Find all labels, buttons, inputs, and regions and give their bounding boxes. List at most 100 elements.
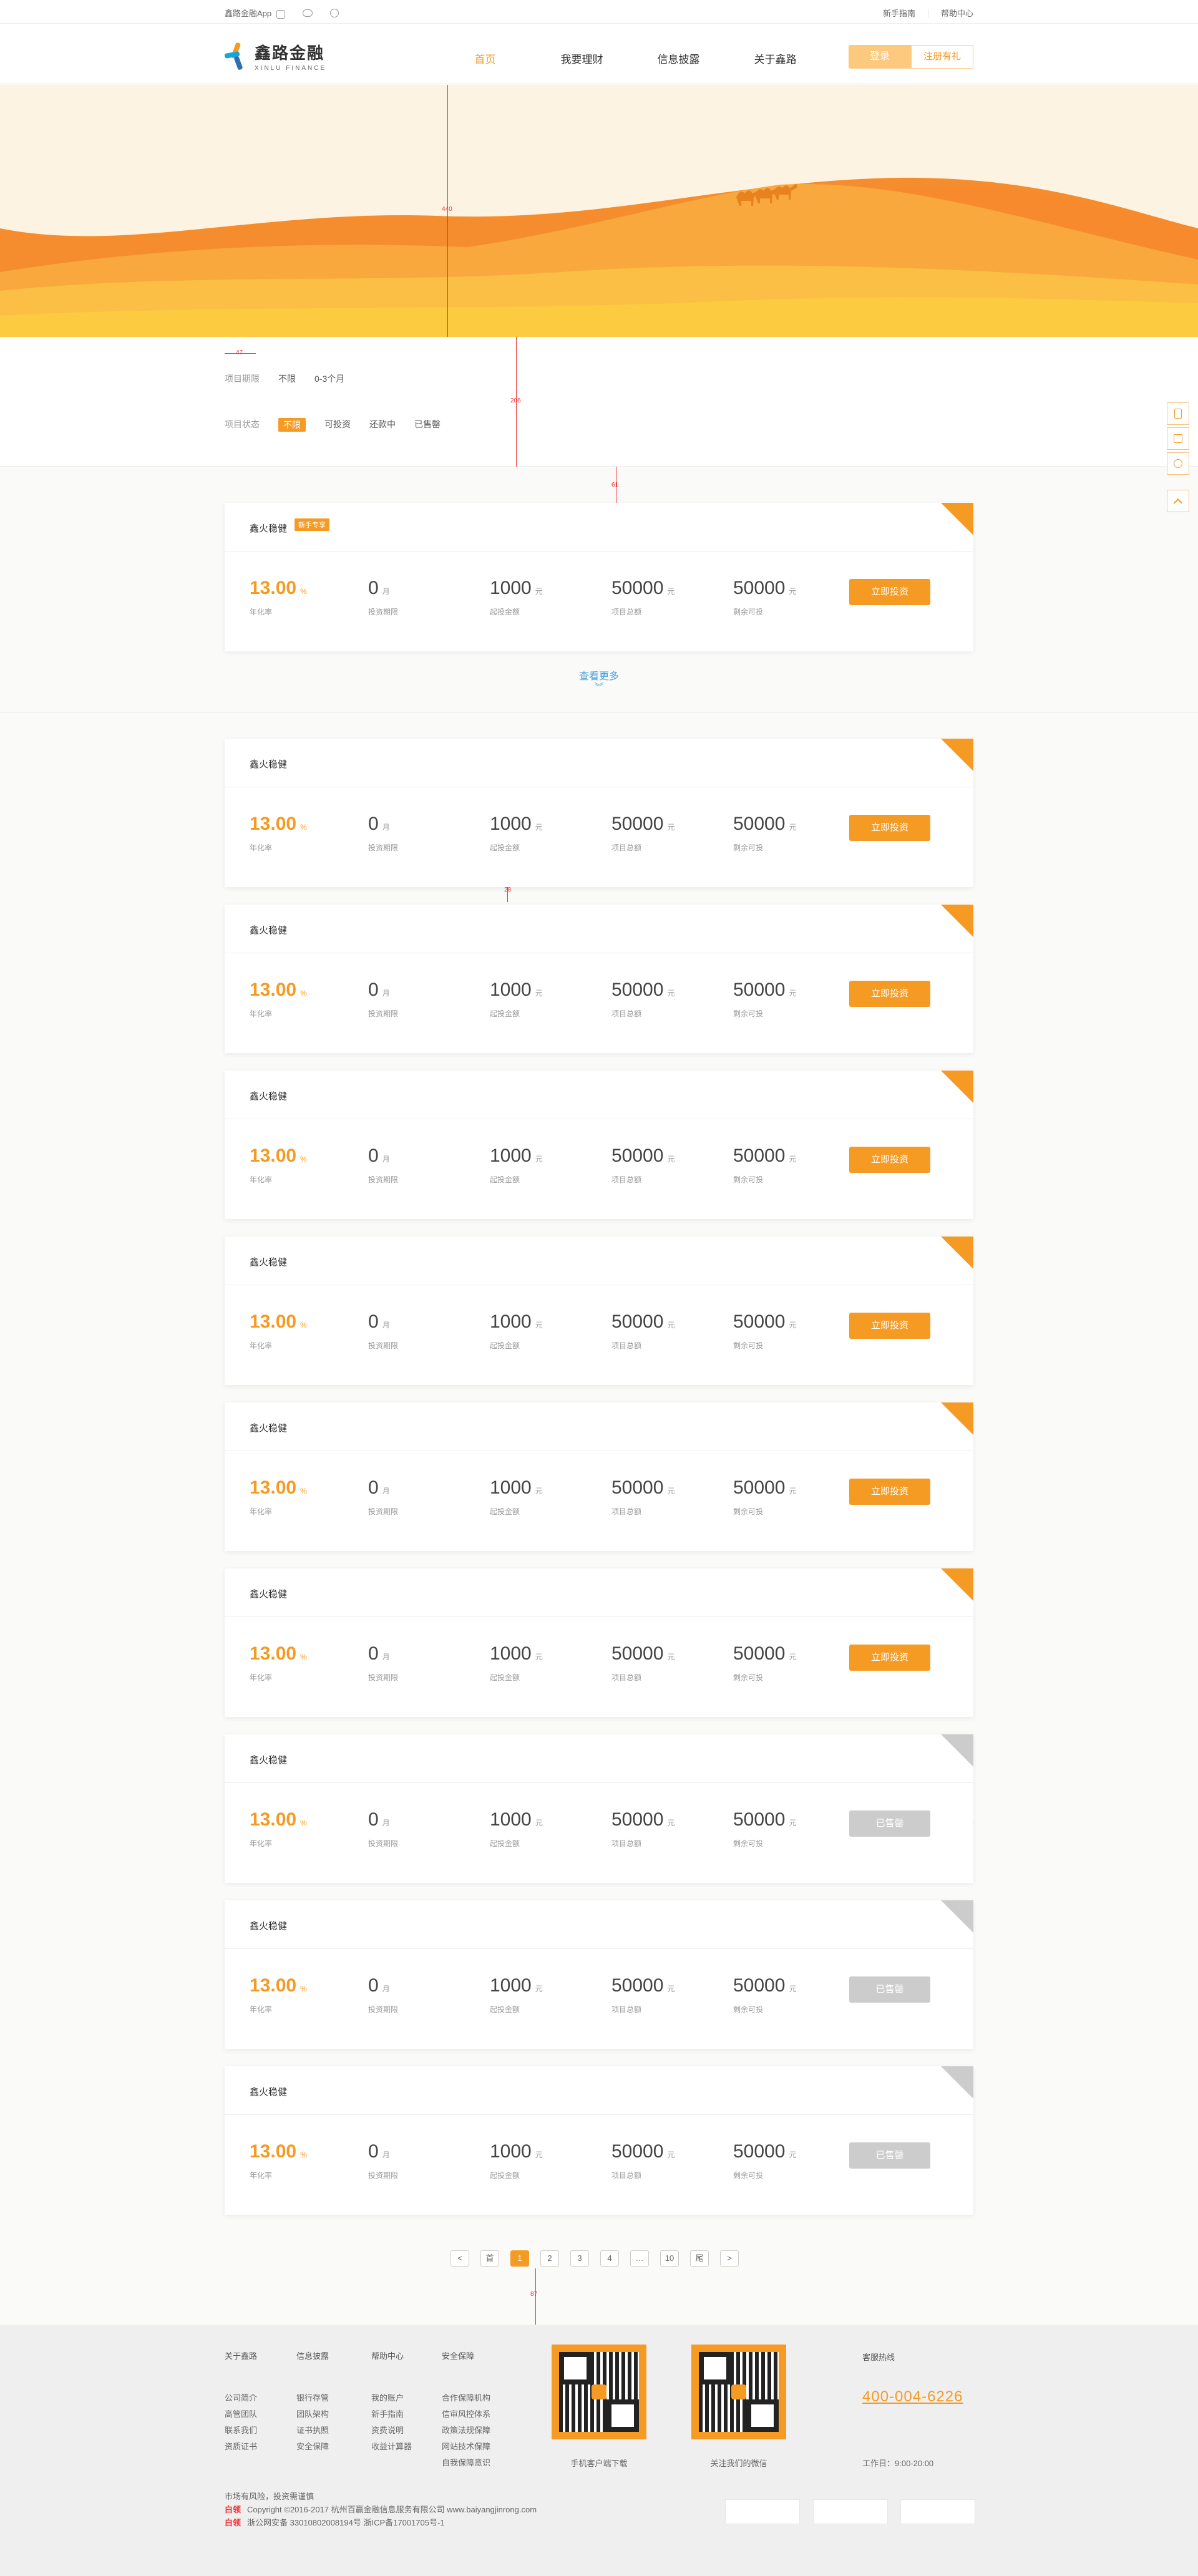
invest-button[interactable]: 立即投资: [849, 1313, 930, 1339]
hotline-number[interactable]: 400-004-6226: [862, 2388, 963, 2406]
product-card[interactable]: 鑫火稳健 13.00% 年化率 0 月投资期限 1000 元起投金额 50000 元项目总额 50…: [225, 1071, 973, 1219]
product-card[interactable]: 鑫火稳健 13.00% 年化率 0 月投资期限 1000 元起投金额 50000 元项目总额 50…: [225, 1734, 973, 1883]
login-button[interactable]: 登录: [849, 45, 911, 69]
logo-mark-icon: [224, 42, 248, 70]
period-stat: 0 月投资期限: [368, 1477, 398, 1517]
invest-button[interactable]: 立即投资: [849, 815, 930, 841]
trust-badge[interactable]: [813, 2499, 888, 2524]
product-card[interactable]: 鑫火稳健 13.00% 年化率 0 月投资期限 1000 元起投金额 50000 元项目总额 50…: [225, 1900, 973, 2049]
guide-link[interactable]: 新手指南: [883, 7, 915, 19]
footer-link[interactable]: 安全保障: [296, 2440, 329, 2452]
product-card[interactable]: 鑫火稳健 13.00% 年化率 0 月投资期限 1000 元起投金额 50000 元项目总额 50…: [225, 905, 973, 1053]
product-card[interactable]: 鑫火稳健 13.00% 年化率 0 月投资期限 1000 元起投金额 50000 元项目总额 50…: [225, 1568, 973, 1717]
min-value: 1000: [490, 1643, 532, 1664]
money-unit: 元: [789, 1155, 797, 1164]
back-to-top-button[interactable]: [1167, 490, 1189, 512]
app-download-link[interactable]: 鑫路金融App: [225, 7, 286, 19]
money-unit: 元: [789, 1321, 797, 1329]
status-opt-repaying[interactable]: 还款中: [369, 418, 396, 432]
min-stat: 1000 元起投金额: [490, 1145, 543, 1185]
nav-home[interactable]: 首页: [437, 51, 533, 66]
footer-link[interactable]: 自我保障意识: [442, 2456, 490, 2468]
period-unit: 月: [382, 587, 390, 596]
footer-link[interactable]: 团队架构: [296, 2408, 329, 2419]
product-card[interactable]: 鑫火稳健 13.00% 年化率 0 月投资期限 1000 元起投金额 50000 元项目总额 50…: [225, 1237, 973, 1385]
page-1[interactable]: 1: [510, 2250, 529, 2267]
footer-link[interactable]: 政策法规保障: [442, 2424, 490, 2436]
calculator-sidebar-button[interactable]: [1167, 427, 1189, 450]
phone-call-icon[interactable]: [330, 8, 339, 17]
footer-link[interactable]: 公司简介: [225, 2391, 257, 2403]
footer-copyright: 市场有风险，投资需谨慎 白领 Copyright ©2016-2017 杭州百赢金…: [225, 2490, 537, 2529]
invest-button[interactable]: 立即投资: [849, 579, 930, 605]
invest-button[interactable]: 立即投资: [849, 1479, 930, 1505]
icp-tag: 白领: [225, 2518, 241, 2527]
footer-link[interactable]: 银行存管: [296, 2391, 329, 2403]
trust-badge[interactable]: [725, 2499, 800, 2524]
register-button[interactable]: 注册有礼: [911, 45, 973, 69]
period-label: 投资期限: [368, 1673, 399, 1682]
rate-value: 13.00: [250, 2141, 297, 2162]
view-more-link[interactable]: 查看更多 ︾: [574, 668, 624, 691]
footer-col-security: 安全保障 合作保障机构 信审风控体系 政策法规保障 网站技术保障 自我保障意识: [442, 2350, 490, 2472]
money-unit: 元: [535, 1653, 543, 1661]
footer-link[interactable]: 我的账户: [371, 2391, 412, 2403]
period-unit: 月: [382, 1653, 390, 1661]
footer-link[interactable]: 新手指南: [371, 2408, 412, 2419]
status-opt-soldout[interactable]: 已售罄: [414, 418, 441, 432]
nav-disclosure[interactable]: 信息披露: [630, 51, 727, 66]
footer-col-disclosure: 信息披露 银行存管 团队架构 证书执照 安全保障: [296, 2350, 329, 2456]
left-stat: 50000 元剩余可投: [733, 1809, 796, 1849]
period-value: 0: [368, 1643, 379, 1664]
app-sidebar-button[interactable]: [1167, 402, 1189, 425]
min-label: 起投金额: [490, 1839, 520, 1848]
footer-link[interactable]: 信审风控体系: [442, 2408, 490, 2419]
invest-button[interactable]: 立即投资: [849, 1147, 930, 1173]
footer-link[interactable]: 资质证书: [225, 2440, 257, 2452]
footer-link[interactable]: 高管团队: [225, 2408, 257, 2419]
status-opt-all[interactable]: 不限: [278, 418, 306, 432]
product-card[interactable]: 鑫火稳健 13.00% 年化率 0 月投资期限 1000 元起投金额 50000 元项目总额 50…: [225, 1402, 973, 1551]
footer-link[interactable]: 收益计算器: [371, 2440, 412, 2452]
page-first[interactable]: 首: [480, 2250, 499, 2267]
invest-button[interactable]: 立即投资: [849, 1645, 930, 1671]
footer-link[interactable]: 联系我们: [225, 2424, 257, 2436]
page-prev[interactable]: <: [450, 2250, 469, 2267]
trust-badge[interactable]: [900, 2499, 975, 2524]
invest-button[interactable]: 立即投资: [849, 981, 930, 1007]
page-4[interactable]: 4: [600, 2250, 619, 2267]
footer-link[interactable]: 网站技术保障: [442, 2440, 490, 2452]
product-card[interactable]: 鑫火稳健 13.00% 年化率 0 月投资期限 1000 元起投金额 50000 元项目总额 50…: [225, 2066, 973, 2215]
period-value: 0: [368, 979, 379, 1000]
rate-stat: 13.00% 年化率: [250, 1477, 307, 1517]
card-header: 鑫火稳健: [225, 1568, 973, 1617]
page-3[interactable]: 3: [570, 2250, 589, 2267]
rate-value: 13.00: [250, 1643, 297, 1664]
product-name: 鑫火稳健: [250, 1921, 288, 1932]
term-opt-0-3[interactable]: 0-3个月: [314, 372, 344, 385]
product-card[interactable]: 鑫火稳健 13.00% 年化率 0 月投资期限 1000 元起投金额 50000 元项目总额 50…: [225, 739, 973, 887]
status-opt-available[interactable]: 可投资: [324, 418, 351, 432]
product-card[interactable]: 鑫火稳健 新手专享 13.00% 年化率 0 月投资期限 1000 元起投金额 50000 元项目…: [225, 503, 973, 651]
period-stat: 0 月投资期限: [368, 1643, 398, 1683]
auth-buttons: 登录 注册有礼: [849, 45, 973, 69]
logo[interactable]: 鑫路金融 XINLU FINANCE: [224, 41, 326, 72]
rate-stat: 13.00% 年化率: [250, 1145, 307, 1185]
page-2[interactable]: 2: [540, 2250, 559, 2267]
wechat-icon[interactable]: [303, 9, 313, 17]
min-stat: 1000 元起投金额: [490, 1477, 543, 1517]
footer-link[interactable]: 证书执照: [296, 2424, 329, 2436]
nav-about[interactable]: 关于鑫路: [727, 51, 824, 66]
nav-invest[interactable]: 我要理财: [533, 51, 630, 66]
footer-link[interactable]: 资费说明: [371, 2424, 412, 2436]
service-sidebar-button[interactable]: [1167, 452, 1189, 475]
footer-link[interactable]: 合作保障机构: [442, 2391, 490, 2403]
page-last[interactable]: 尾: [690, 2250, 709, 2267]
page-next[interactable]: >: [720, 2250, 739, 2267]
term-opt-all[interactable]: 不限: [278, 372, 296, 385]
page-10[interactable]: 10: [660, 2250, 679, 2267]
period-value: 0: [368, 1809, 379, 1830]
help-link[interactable]: 帮助中心: [941, 7, 973, 19]
min-label: 起投金额: [490, 1341, 520, 1350]
product-name: 鑫火稳健: [250, 1589, 288, 1600]
